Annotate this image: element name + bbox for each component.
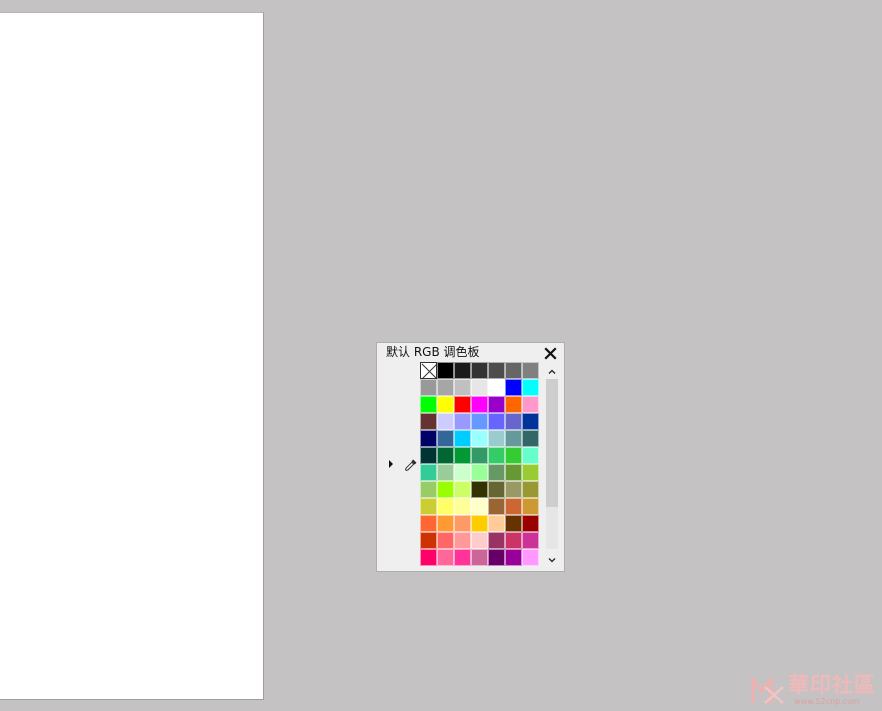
color-swatch[interactable] bbox=[488, 515, 505, 532]
color-swatch[interactable] bbox=[505, 481, 522, 498]
color-swatch[interactable] bbox=[437, 481, 454, 498]
color-swatch[interactable] bbox=[420, 532, 437, 549]
color-swatch[interactable] bbox=[454, 430, 471, 447]
color-palette-panel: 默认 RGB 调色板 bbox=[376, 342, 565, 572]
color-swatch[interactable] bbox=[488, 379, 505, 396]
color-swatch[interactable] bbox=[505, 430, 522, 447]
color-swatch[interactable] bbox=[522, 379, 539, 396]
color-swatch[interactable] bbox=[437, 396, 454, 413]
color-swatch[interactable] bbox=[420, 379, 437, 396]
palette-title: 默认 RGB 调色板 bbox=[386, 345, 480, 359]
color-swatch[interactable] bbox=[454, 396, 471, 413]
color-swatch[interactable] bbox=[420, 396, 437, 413]
color-swatch[interactable] bbox=[437, 464, 454, 481]
color-swatch[interactable] bbox=[505, 532, 522, 549]
watermark-text: 華印社區 bbox=[788, 672, 876, 697]
color-swatch[interactable] bbox=[420, 464, 437, 481]
color-swatch[interactable] bbox=[505, 447, 522, 464]
color-swatch[interactable] bbox=[505, 413, 522, 430]
color-swatch[interactable] bbox=[488, 413, 505, 430]
color-swatch[interactable] bbox=[488, 447, 505, 464]
color-swatch[interactable] bbox=[505, 464, 522, 481]
color-swatch[interactable] bbox=[454, 549, 471, 566]
color-swatch[interactable] bbox=[522, 362, 539, 379]
color-swatch[interactable] bbox=[488, 549, 505, 566]
color-swatch[interactable] bbox=[471, 549, 488, 566]
color-swatch[interactable] bbox=[471, 464, 488, 481]
chevron-down-icon[interactable] bbox=[544, 552, 560, 566]
color-swatch[interactable] bbox=[454, 498, 471, 515]
color-swatch[interactable] bbox=[488, 481, 505, 498]
color-swatch[interactable] bbox=[437, 430, 454, 447]
color-swatch[interactable] bbox=[505, 549, 522, 566]
color-swatch[interactable] bbox=[522, 549, 539, 566]
color-swatch[interactable] bbox=[505, 498, 522, 515]
color-swatch[interactable] bbox=[522, 396, 539, 413]
color-swatch[interactable] bbox=[488, 532, 505, 549]
close-icon[interactable] bbox=[544, 345, 557, 360]
color-swatch[interactable] bbox=[471, 413, 488, 430]
color-swatch[interactable] bbox=[437, 362, 454, 379]
color-swatch[interactable] bbox=[471, 532, 488, 549]
color-swatch[interactable] bbox=[437, 379, 454, 396]
color-swatch[interactable] bbox=[454, 379, 471, 396]
color-swatch[interactable] bbox=[471, 396, 488, 413]
color-swatch[interactable] bbox=[420, 498, 437, 515]
color-swatch[interactable] bbox=[471, 481, 488, 498]
eyedropper-icon[interactable] bbox=[404, 457, 418, 471]
color-swatch[interactable] bbox=[454, 515, 471, 532]
color-swatch[interactable] bbox=[437, 532, 454, 549]
color-swatch[interactable] bbox=[522, 498, 539, 515]
color-swatch[interactable] bbox=[420, 481, 437, 498]
color-swatch[interactable] bbox=[488, 396, 505, 413]
color-swatch[interactable] bbox=[522, 430, 539, 447]
color-swatch[interactable] bbox=[522, 532, 539, 549]
swatch-grid bbox=[420, 362, 539, 566]
color-swatch[interactable] bbox=[437, 413, 454, 430]
color-swatch[interactable] bbox=[471, 515, 488, 532]
color-swatch[interactable] bbox=[437, 498, 454, 515]
color-swatch[interactable] bbox=[420, 549, 437, 566]
color-swatch[interactable] bbox=[505, 396, 522, 413]
color-swatch[interactable] bbox=[437, 515, 454, 532]
no-color-swatch[interactable] bbox=[420, 362, 438, 380]
watermark-logo-icon bbox=[750, 675, 786, 707]
color-swatch[interactable] bbox=[488, 498, 505, 515]
chevron-up-icon[interactable] bbox=[544, 364, 560, 378]
color-swatch[interactable] bbox=[454, 413, 471, 430]
color-swatch[interactable] bbox=[505, 379, 522, 396]
palette-scrollbar[interactable] bbox=[544, 362, 560, 566]
document-page bbox=[0, 12, 264, 700]
watermark-url: www.52cnp.com bbox=[794, 697, 860, 706]
color-swatch[interactable] bbox=[454, 464, 471, 481]
color-swatch[interactable] bbox=[454, 362, 471, 379]
scroll-thumb[interactable] bbox=[546, 379, 558, 507]
color-swatch[interactable] bbox=[437, 447, 454, 464]
watermark: 華印社區 www.52cnp.com bbox=[750, 673, 880, 709]
color-swatch[interactable] bbox=[471, 447, 488, 464]
color-swatch[interactable] bbox=[420, 447, 437, 464]
color-swatch[interactable] bbox=[471, 430, 488, 447]
color-swatch[interactable] bbox=[420, 515, 437, 532]
color-swatch[interactable] bbox=[522, 464, 539, 481]
color-swatch[interactable] bbox=[522, 447, 539, 464]
color-swatch[interactable] bbox=[420, 430, 437, 447]
color-swatch[interactable] bbox=[488, 464, 505, 481]
color-swatch[interactable] bbox=[471, 498, 488, 515]
color-swatch[interactable] bbox=[454, 532, 471, 549]
color-swatch[interactable] bbox=[420, 413, 437, 430]
color-swatch[interactable] bbox=[437, 549, 454, 566]
color-swatch[interactable] bbox=[522, 481, 539, 498]
color-swatch[interactable] bbox=[454, 481, 471, 498]
color-swatch[interactable] bbox=[471, 362, 488, 379]
color-swatch[interactable] bbox=[522, 515, 539, 532]
color-swatch[interactable] bbox=[471, 379, 488, 396]
color-swatch[interactable] bbox=[505, 515, 522, 532]
color-swatch[interactable] bbox=[488, 362, 505, 379]
color-swatch[interactable] bbox=[522, 413, 539, 430]
triangle-right-icon[interactable] bbox=[389, 460, 393, 468]
color-swatch[interactable] bbox=[454, 447, 471, 464]
color-swatch[interactable] bbox=[488, 430, 505, 447]
color-swatch[interactable] bbox=[505, 362, 522, 379]
